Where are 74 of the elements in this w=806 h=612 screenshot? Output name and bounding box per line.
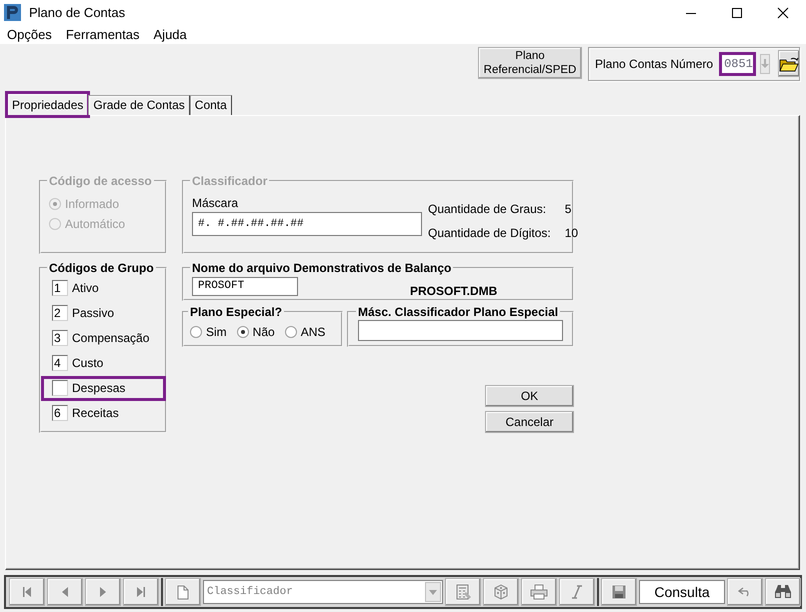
group-title: Nome do arquivo Demonstrativos de Balanço <box>191 260 452 275</box>
calculator-icon <box>454 583 472 601</box>
radio-button[interactable]: Sim <box>190 322 227 342</box>
tab[interactable]: Propriedades <box>7 92 88 116</box>
group-label: Passivo <box>72 306 114 320</box>
new-button[interactable] <box>165 578 201 606</box>
open-folder-button[interactable] <box>778 50 800 78</box>
mode-field: Consulta <box>639 580 725 604</box>
menu-item[interactable]: Ferramentas <box>66 27 140 42</box>
radio-button[interactable]: ANS <box>284 322 326 342</box>
classifier-combo[interactable]: Classificador <box>203 580 443 604</box>
group-title: Códigos de Grupo <box>48 260 155 275</box>
italic-icon <box>571 585 583 599</box>
save-icon <box>612 585 626 599</box>
tab[interactable]: Grade de Contas <box>88 94 190 115</box>
dialog-button[interactable]: Cancelar <box>485 410 574 433</box>
code-field[interactable]: 3 <box>52 330 68 346</box>
stat-label: Quantidade de Graus: <box>428 202 548 216</box>
previous-button[interactable] <box>47 578 83 606</box>
stat-label: Quantidade de Dígitos: <box>428 226 551 240</box>
group-label: Ativo <box>72 281 99 296</box>
group-title: Plano Especial? <box>189 304 284 319</box>
folder-icon <box>778 56 799 72</box>
group-title: Código de acesso <box>48 174 153 188</box>
code-field[interactable]: 6 <box>52 405 68 422</box>
undo-button[interactable] <box>727 578 763 606</box>
referencial-button[interactable]: Plano Referencial/SPED <box>478 46 582 79</box>
field-label: Plano Contas Número <box>595 56 714 71</box>
first-button[interactable] <box>9 578 45 606</box>
group-label: Receitas <box>72 406 119 420</box>
file-name-text: PROSOFT.DMB <box>410 284 498 298</box>
group-title: Másc. Classificador Plano Especial <box>357 304 560 319</box>
next-icon <box>99 586 107 598</box>
menu-item[interactable]: Ajuda <box>154 27 187 42</box>
field-label: Máscara <box>192 196 240 210</box>
radio-button[interactable]: Não <box>236 322 275 342</box>
save-button[interactable] <box>601 578 637 606</box>
search-button[interactable] <box>765 578 801 606</box>
stat-value: 10 <box>564 226 578 240</box>
group-title: Classificador <box>191 174 268 188</box>
down-arrow-icon <box>760 58 769 69</box>
window-title: Plano de Contas <box>29 5 126 20</box>
print-button[interactable] <box>521 578 557 606</box>
menu-item[interactable]: Opções <box>7 27 52 42</box>
dropdown-icon <box>429 590 437 594</box>
stat-value: 5 <box>564 202 572 216</box>
spin-button[interactable] <box>760 54 770 74</box>
first-icon <box>21 586 33 598</box>
group-label: Despesas <box>72 381 126 396</box>
tab[interactable]: Conta <box>190 94 232 115</box>
binoculars-icon <box>774 584 792 600</box>
dice-button[interactable] <box>483 578 519 606</box>
group-label: Compensação <box>72 331 150 346</box>
code-field[interactable]: 4 <box>52 355 68 372</box>
last-button[interactable] <box>123 578 159 606</box>
italic-button[interactable] <box>559 578 595 606</box>
special-mask-field[interactable] <box>358 320 563 341</box>
calculator-button[interactable] <box>445 578 481 606</box>
code-field[interactable]: 1 <box>52 280 68 296</box>
printer-icon <box>530 584 548 600</box>
document-icon <box>177 584 189 600</box>
maximize-icon[interactable] <box>731 6 743 19</box>
group-label: Custo <box>72 356 104 370</box>
close-icon[interactable] <box>777 6 789 19</box>
app-logo-icon <box>4 4 21 22</box>
dialog-button[interactable]: OK <box>485 384 574 407</box>
last-icon <box>135 586 147 598</box>
file-name-field[interactable]: PROSOFT <box>192 276 298 296</box>
code-field[interactable] <box>52 380 68 396</box>
code-field[interactable]: 2 <box>52 305 68 322</box>
plan-number-field[interactable]: 0851 <box>719 52 756 76</box>
previous-icon <box>61 586 69 598</box>
next-button[interactable] <box>85 578 121 606</box>
dice-icon <box>492 583 510 601</box>
